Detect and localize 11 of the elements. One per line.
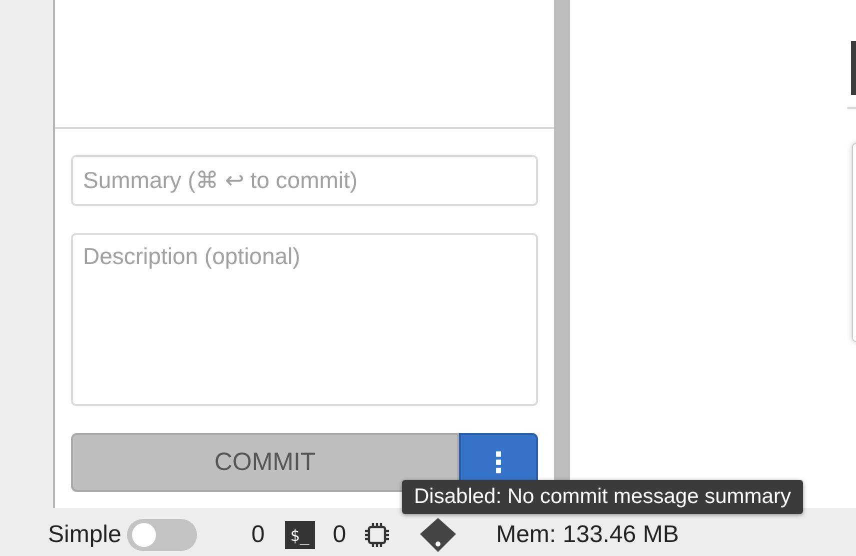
chip-icon[interactable] xyxy=(364,522,390,548)
memory-usage: Mem: 133.46 MB xyxy=(496,521,679,549)
simple-label: Simple xyxy=(48,521,122,549)
terminal-icon[interactable]: $_ xyxy=(284,521,315,549)
dark-bar xyxy=(851,41,856,95)
count-label: 0 xyxy=(332,521,346,549)
tooltip: Disabled: No commit message summary xyxy=(402,480,803,514)
summary-field[interactable]: Summary (⌘ ↩ to commit) xyxy=(71,155,538,206)
count-label: 0 xyxy=(251,521,265,549)
simple-toggle[interactable] xyxy=(127,519,198,551)
description-field[interactable]: Description (optional) xyxy=(71,233,538,406)
